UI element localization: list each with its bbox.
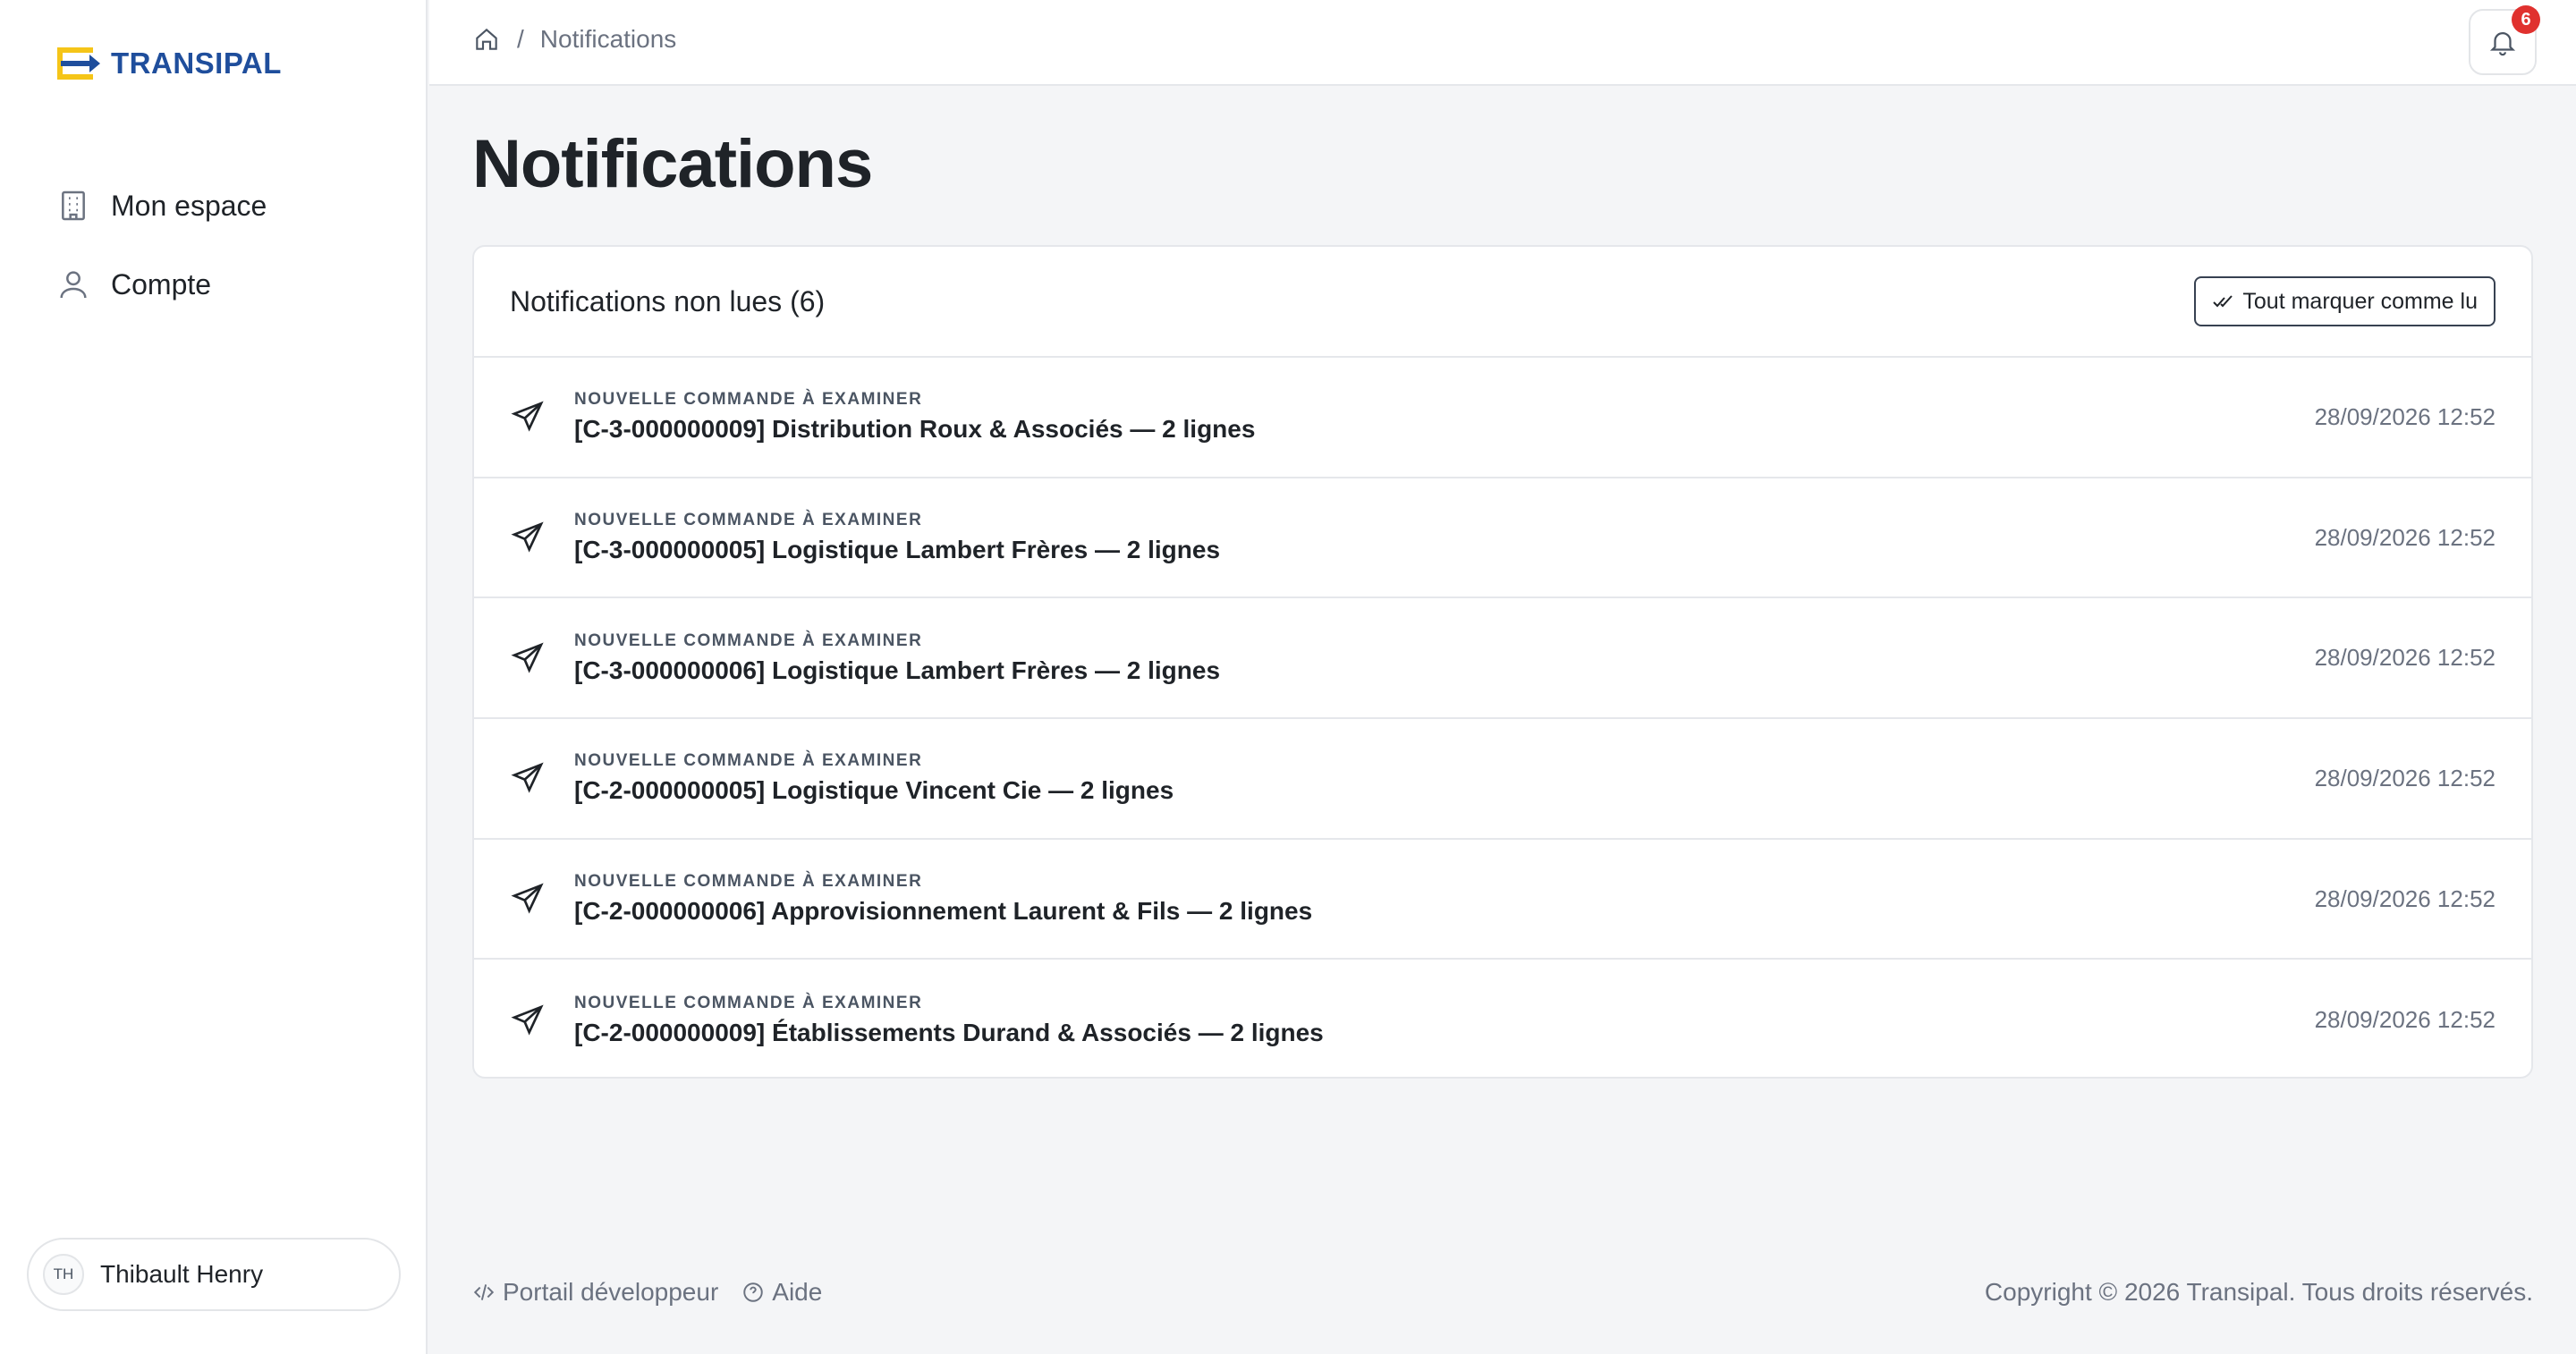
code-icon [473, 1284, 495, 1300]
topbar: / Notifications 6 [429, 0, 2576, 86]
transipal-logo-icon [57, 47, 100, 80]
double-check-icon [2213, 295, 2233, 308]
notification-row[interactable]: Nouvelle commande à examiner [C-3-000000… [474, 478, 2531, 599]
breadcrumb-current: Notifications [539, 25, 677, 53]
send-icon [511, 883, 544, 914]
sidebar-nav: Mon espace Compte [55, 166, 395, 324]
help-label: Aide [772, 1278, 823, 1306]
page-title: Notifications [472, 126, 873, 202]
mark-all-read-label: Tout marquer comme lu [2242, 288, 2478, 314]
notification-date: 28/09/2026 12:52 [2314, 644, 2496, 672]
user-menu-button[interactable]: TH Thibault Henry [27, 1238, 401, 1311]
notifications-button[interactable]: 6 [2469, 5, 2540, 75]
notification-kind: Nouvelle commande à examiner [574, 390, 923, 410]
notification-date: 28/09/2026 12:52 [2314, 523, 2496, 551]
developer-portal-label: Portail développeur [503, 1278, 719, 1306]
home-icon[interactable] [472, 25, 501, 54]
bell-icon [2489, 32, 2516, 56]
notification-kind: Nouvelle commande à examiner [574, 872, 923, 892]
notifications-badge: 6 [2512, 5, 2540, 34]
notification-text: [C-2-000000005] Logistique Vincent Cie —… [574, 776, 1174, 805]
notification-text: [C-3-000000009] Distribution Roux & Asso… [574, 415, 1256, 444]
send-icon [511, 521, 544, 553]
breadcrumb-separator: / [517, 25, 524, 53]
notification-date: 28/09/2026 12:52 [2314, 402, 2496, 430]
send-icon [511, 762, 544, 793]
notification-body: Nouvelle commande à examiner [C-2-000000… [574, 751, 2315, 805]
notification-body: Nouvelle commande à examiner [C-3-000000… [574, 390, 2315, 444]
avatar: TH [43, 1254, 84, 1295]
notification-body: Nouvelle commande à examiner [C-3-000000… [574, 631, 2315, 685]
help-link[interactable]: Aide [741, 1278, 822, 1307]
notification-date: 28/09/2026 12:52 [2314, 764, 2496, 791]
user-icon [60, 271, 87, 299]
developer-portal-link[interactable]: Portail développeur [472, 1278, 718, 1307]
copyright: Copyright © 2026 Transipal. Tous droits … [1984, 1278, 2533, 1306]
notifications-card: Notifications non lues (6) Tout marquer … [472, 245, 2533, 1079]
sidebar: TRANSIPAL Mon espace Compte TH Thibault … [0, 0, 428, 1354]
notification-date: 28/09/2026 12:52 [2314, 884, 2496, 912]
notification-kind: Nouvelle commande à examiner [574, 511, 923, 530]
notification-text: [C-3-000000006] Logistique Lambert Frère… [574, 656, 1221, 684]
notification-row[interactable]: Nouvelle commande à examiner [C-2-000000… [474, 719, 2531, 840]
notification-body: Nouvelle commande à examiner [C-3-000000… [574, 511, 2315, 564]
sidebar-item-label: Mon espace [111, 189, 267, 222]
footer: Portail développeur Aide Copyright © 202… [472, 1270, 2533, 1315]
notification-row[interactable]: Nouvelle commande à examiner [C-2-000000… [474, 840, 2531, 960]
sidebar-item-compte[interactable]: Compte [55, 245, 395, 324]
notification-text: [C-3-000000005] Logistique Lambert Frère… [574, 536, 1221, 564]
breadcrumb: / Notifications [472, 25, 676, 54]
help-circle-icon [743, 1282, 764, 1302]
footer-links: Portail développeur Aide [472, 1278, 822, 1307]
card-title: Notifications non lues (6) [510, 284, 826, 317]
send-icon [511, 401, 544, 432]
notification-kind: Nouvelle commande à examiner [574, 751, 923, 771]
send-icon [511, 642, 544, 673]
notification-body: Nouvelle commande à examiner [C-2-000000… [574, 994, 2315, 1047]
brand-logo[interactable]: TRANSIPAL [55, 43, 282, 84]
notification-body: Nouvelle commande à examiner [C-2-000000… [574, 872, 2315, 926]
user-name: Thibault Henry [100, 1260, 264, 1288]
notification-kind: Nouvelle commande à examiner [574, 630, 923, 650]
building-icon [62, 190, 85, 221]
sidebar-item-mon-espace[interactable]: Mon espace [55, 166, 395, 245]
notification-row[interactable]: Nouvelle commande à examiner [C-3-000000… [474, 598, 2531, 720]
notification-date: 28/09/2026 12:52 [2314, 1006, 2496, 1034]
mark-all-read-button[interactable]: Tout marquer comme lu [2194, 276, 2496, 326]
notification-row[interactable]: Nouvelle commande à examiner [C-2-000000… [474, 960, 2531, 1077]
notification-row[interactable]: Nouvelle commande à examiner [C-3-000000… [474, 358, 2531, 478]
notification-text: [C-2-000000009] Établissements Durand & … [574, 1018, 1324, 1046]
brand-name: TRANSIPAL [111, 47, 282, 80]
card-header: Notifications non lues (6) Tout marquer … [474, 247, 2531, 358]
notification-kind: Nouvelle commande à examiner [574, 993, 923, 1012]
send-icon [511, 1004, 544, 1036]
notification-text: [C-2-000000006] Approvisionnement Lauren… [574, 897, 1313, 926]
sidebar-item-label: Compte [111, 267, 212, 300]
